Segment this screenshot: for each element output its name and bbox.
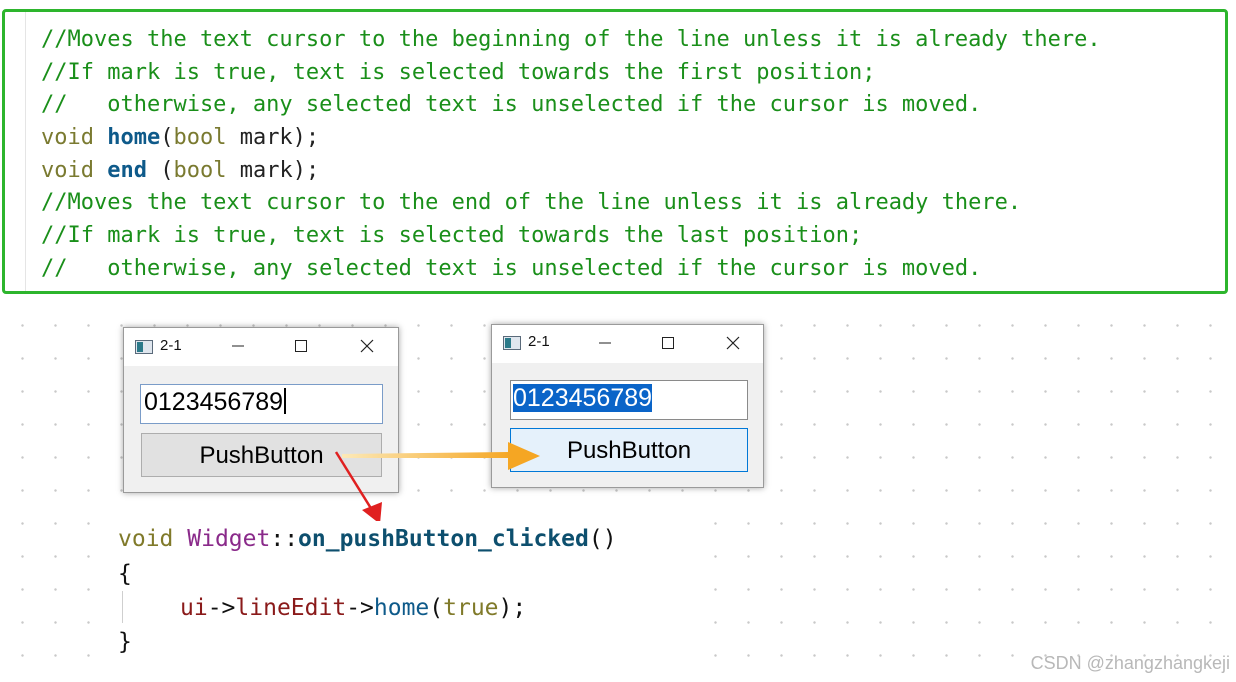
- function-name: end: [107, 157, 147, 183]
- slot-function-name: on_pushButton_clicked: [298, 526, 589, 552]
- push-button[interactable]: PushButton: [141, 433, 382, 477]
- app-icon: [135, 340, 153, 354]
- app-icon: [503, 336, 521, 350]
- maximize-icon[interactable]: [655, 331, 681, 357]
- class-name: Widget: [187, 526, 271, 552]
- title-bar: 2-1: [124, 328, 398, 366]
- window-title: 2-1: [160, 337, 182, 354]
- comment-line: //If mark is true, text is selected towa…: [41, 223, 863, 249]
- close-brace: }: [118, 629, 132, 655]
- comment-line: //Moves the text cursor to the beginning…: [41, 27, 1101, 52]
- comment-line: // otherwise, any selected text is unsel…: [41, 255, 982, 281]
- close-icon[interactable]: [354, 334, 380, 360]
- text-cursor: [284, 388, 287, 414]
- comment-line: // otherwise, any selected text is unsel…: [41, 92, 982, 118]
- app-window-before: 2-1 0123456789 PushButton: [123, 327, 399, 493]
- line-edit[interactable]: 0123456789: [140, 384, 383, 424]
- decl-home: void home(bool mark);: [41, 125, 320, 151]
- code-lines: //Moves the text cursor to the beginning…: [41, 24, 1101, 286]
- doc-code-block: //Moves the text cursor to the beginning…: [2, 9, 1228, 294]
- return-type: void: [41, 125, 94, 151]
- decl-end: void end (bool mark);: [41, 157, 320, 183]
- function-name: home: [107, 125, 161, 151]
- line-edit[interactable]: 0123456789: [510, 380, 748, 420]
- indent-guide: [122, 591, 123, 623]
- app-window-after: 2-1 0123456789 PushButton: [491, 324, 764, 488]
- close-icon[interactable]: [720, 331, 746, 357]
- push-button[interactable]: PushButton: [510, 428, 748, 472]
- return-type: void: [41, 157, 94, 183]
- slot-signature: void Widget::on_pushButton_clicked(): [118, 526, 617, 552]
- title-bar: 2-1: [492, 325, 763, 363]
- maximize-icon[interactable]: [288, 334, 314, 360]
- slot-code-block: void Widget::on_pushButton_clicked() { u…: [108, 521, 684, 670]
- comment-line: //Moves the text cursor to the end of th…: [41, 190, 1022, 216]
- param-type: bool: [173, 157, 227, 183]
- window-title: 2-1: [528, 333, 550, 350]
- selected-text: 0123456789: [513, 384, 653, 412]
- watermark: CSDN @zhangzhangkeji: [1030, 653, 1230, 673]
- comment-line: //If mark is true, text is selected towa…: [41, 59, 876, 85]
- line-edit-text: 0123456789: [144, 388, 284, 416]
- slot-body-line: ui->lineEdit->home(true);: [180, 595, 527, 621]
- open-brace: {: [118, 561, 132, 587]
- param-type: bool: [173, 125, 227, 151]
- minimize-icon[interactable]: [225, 334, 251, 360]
- minimize-icon[interactable]: [592, 331, 618, 357]
- code-gutter: [9, 12, 26, 291]
